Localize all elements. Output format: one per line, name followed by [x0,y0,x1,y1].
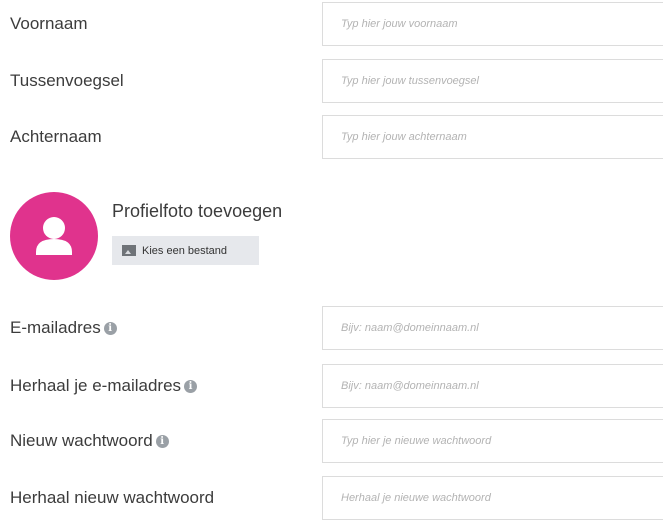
first-name-label: Voornaam [10,14,88,33]
email-input[interactable] [322,306,663,350]
image-icon [122,245,136,256]
email-repeat-input[interactable] [322,364,663,408]
first-name-input[interactable] [322,2,663,46]
email-repeat-label: Herhaal je e-mailadres i [10,376,198,396]
email-label-text: E-mailadres [10,318,101,337]
choose-file-button[interactable]: Kies een bestand [112,236,259,265]
first-name-row: Voornaam [0,2,663,46]
user-icon [36,217,72,255]
email-row: E-mailadres i [0,306,663,350]
new-password-repeat-label: Herhaal nieuw wachtwoord [10,488,215,507]
infix-label: Tussenvoegsel [10,71,124,90]
new-password-label: Nieuw wachtwoord i [10,431,169,451]
last-name-label: Achternaam [10,127,102,146]
infix-row: Tussenvoegsel [0,59,663,103]
infix-input[interactable] [322,59,663,103]
new-password-row: Nieuw wachtwoord i [0,419,663,463]
choose-file-label: Kies een bestand [142,244,228,257]
email-repeat-info-icon[interactable]: i [184,379,198,393]
profile-photo-title: Profielfoto toevoegen [112,201,283,221]
email-repeat-label-text: Herhaal je e-mailadres [10,376,182,395]
avatar [10,192,98,280]
email-info-icon[interactable]: i [103,321,117,335]
email-label: E-mailadres i [10,318,117,338]
last-name-input[interactable] [322,115,663,159]
new-password-input[interactable] [322,419,663,463]
last-name-row: Achternaam [0,115,663,159]
email-repeat-row: Herhaal je e-mailadres i [0,364,663,408]
new-password-repeat-row: Herhaal nieuw wachtwoord [0,476,663,520]
new-password-label-text: Nieuw wachtwoord [10,431,153,450]
new-password-repeat-input[interactable] [322,476,663,520]
new-password-info-icon[interactable]: i [155,434,169,448]
